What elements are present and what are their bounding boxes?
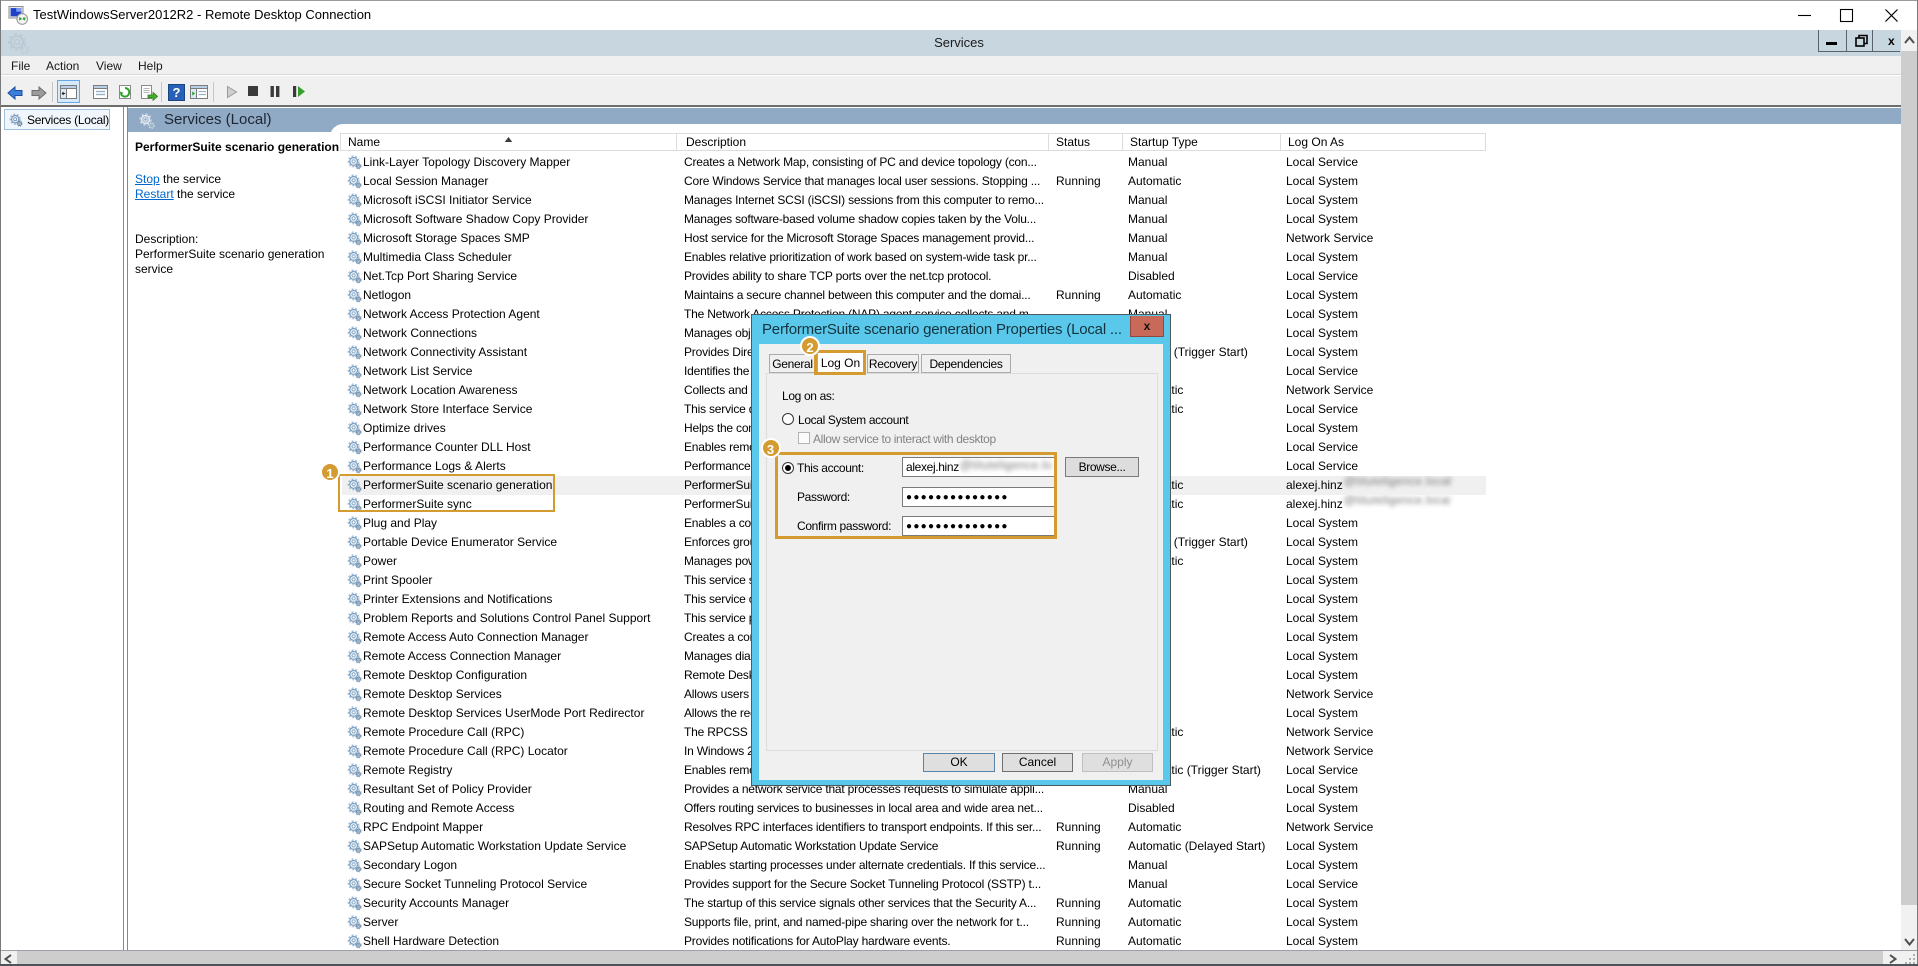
svg-text:?: ? xyxy=(173,85,181,100)
svg-text:x: x xyxy=(1888,34,1895,48)
